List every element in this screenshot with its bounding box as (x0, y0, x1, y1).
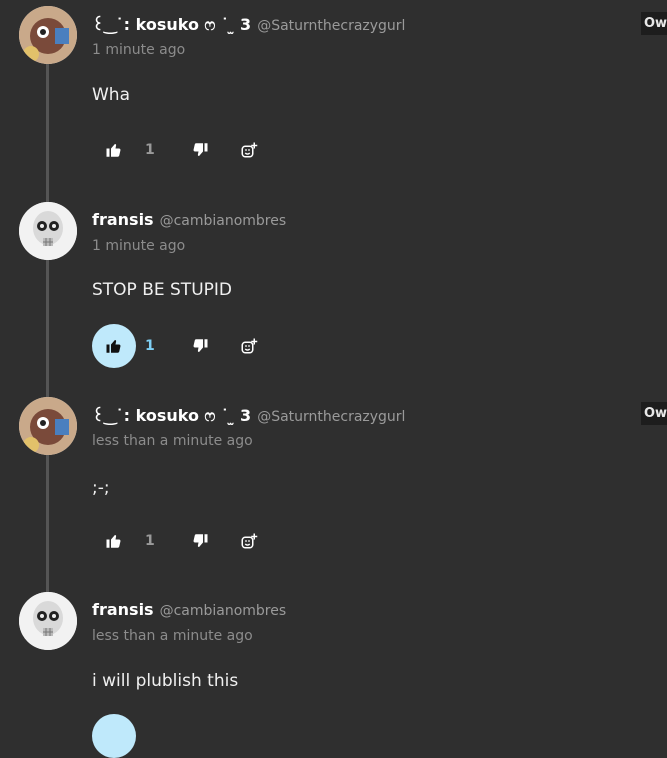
user-handle[interactable]: @cambianombres (160, 603, 287, 619)
timestamp: 1 minute ago (92, 42, 186, 58)
thumbs-down-icon (193, 339, 208, 353)
skull-avatar-icon[interactable] (19, 592, 77, 650)
dislike-button[interactable] (178, 519, 222, 563)
comment-header: fransis @cambianombres (92, 210, 286, 229)
like-count: 1 (145, 533, 155, 549)
like-button[interactable] (92, 714, 136, 758)
cartoon-avatar-icon[interactable] (19, 6, 77, 64)
comment-text: Wha (92, 85, 131, 105)
user-handle[interactable]: @Saturnthecrazygurl (257, 409, 405, 425)
comment-text: i will plublish this (92, 671, 239, 691)
add-reaction-button[interactable] (227, 519, 271, 563)
thumbs-up-icon (106, 143, 121, 157)
skull-avatar-icon[interactable] (19, 202, 77, 260)
display-name[interactable]: ꒰ ͜ ˙: kosuko ෆ ˙ ̫ 3 (92, 404, 251, 426)
like-button[interactable] (92, 128, 136, 172)
add-emoji-icon (241, 533, 258, 549)
owner-badge: Ow (641, 402, 667, 425)
timestamp: 1 minute ago (92, 238, 186, 254)
thumbs-down-icon (193, 143, 208, 157)
owner-badge: Ow (641, 12, 667, 35)
thread-line (46, 60, 49, 600)
display-name[interactable]: ꒰ ͜ ˙: kosuko ෆ ˙ ̫ 3 (92, 13, 251, 35)
display-name[interactable]: fransis (92, 210, 154, 229)
add-reaction-button[interactable] (227, 128, 271, 172)
dislike-button[interactable] (178, 128, 222, 172)
like-button[interactable] (92, 324, 136, 368)
comment-header: fransis @cambianombres (92, 600, 286, 619)
add-reaction-button[interactable] (227, 324, 271, 368)
thumbs-down-icon (193, 534, 208, 548)
comment-text: ;-; (92, 478, 110, 498)
like-button[interactable] (92, 519, 136, 563)
like-count: 1 (145, 142, 155, 158)
add-emoji-icon (241, 338, 258, 354)
comment-header: ꒰ ͜ ˙: kosuko ෆ ˙ ̫ 3 @Saturnthecrazygur… (92, 13, 405, 35)
timestamp: less than a minute ago (92, 433, 253, 449)
comment-text: STOP BE STUPID (92, 280, 232, 300)
timestamp: less than a minute ago (92, 628, 253, 644)
add-emoji-icon (241, 142, 258, 158)
thumbs-up-icon (106, 534, 121, 548)
user-handle[interactable]: @Saturnthecrazygurl (257, 18, 405, 34)
comment-header: ꒰ ͜ ˙: kosuko ෆ ˙ ̫ 3 @Saturnthecrazygur… (92, 404, 405, 426)
thumbs-up-icon (106, 339, 121, 353)
display-name[interactable]: fransis (92, 600, 154, 619)
cartoon-avatar-icon[interactable] (19, 397, 77, 455)
dislike-button[interactable] (178, 324, 222, 368)
user-handle[interactable]: @cambianombres (160, 213, 287, 229)
like-count: 1 (145, 338, 155, 354)
